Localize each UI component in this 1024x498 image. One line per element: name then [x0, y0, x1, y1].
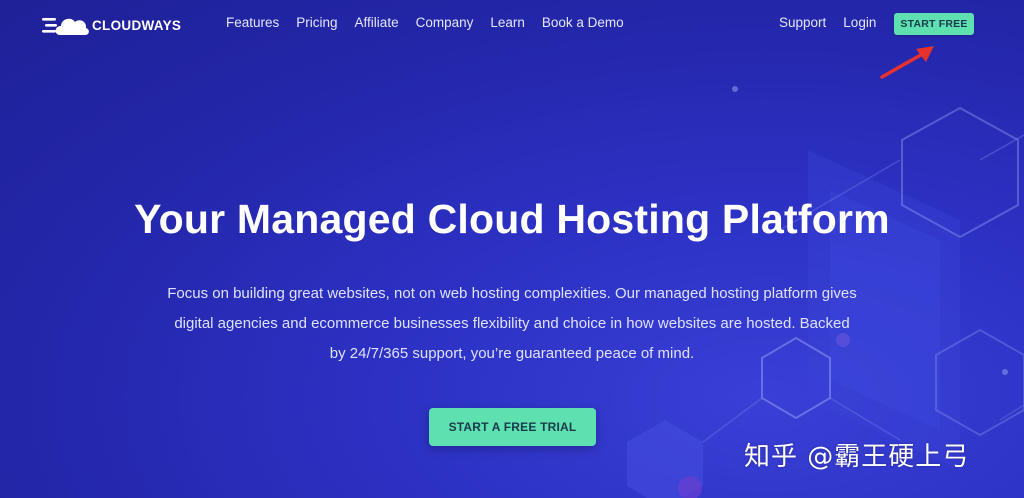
top-navigation: CLOUDWAYS Features Pricing Affiliate Com…	[0, 0, 1024, 50]
nav-link-company[interactable]: Company	[416, 15, 474, 30]
start-free-trial-button[interactable]: START A FREE TRIAL	[429, 408, 596, 446]
brand-logo[interactable]: CLOUDWAYS	[42, 12, 181, 38]
main-nav: Features Pricing Affiliate Company Learn…	[226, 15, 641, 30]
hero-subtitle: Focus on building great websites, not on…	[112, 279, 912, 369]
nav-link-features[interactable]: Features	[226, 15, 279, 30]
nav-link-pricing[interactable]: Pricing	[296, 15, 337, 30]
nav-link-login[interactable]: Login	[843, 15, 876, 30]
cloud-icon	[42, 18, 89, 35]
watermark: 知乎 @霸王硬上弓	[744, 442, 970, 472]
nav-link-learn[interactable]: Learn	[490, 15, 525, 30]
brand-name: CLOUDWAYS	[92, 17, 182, 33]
nav-link-affiliate[interactable]: Affiliate	[355, 15, 399, 30]
hero-title: Your Managed Cloud Hosting Platform	[134, 196, 890, 242]
start-free-button[interactable]: START FREE	[894, 13, 974, 35]
red-arrow-icon	[880, 46, 934, 79]
hero-subtitle-line-2: digital agencies and ecommerce businesse…	[174, 315, 850, 332]
hero-subtitle-line-1: Focus on building great websites, not on…	[167, 285, 857, 302]
hero-subtitle-line-3: by 24/7/365 support, you’re guaranteed p…	[329, 345, 695, 362]
nav-link-support[interactable]: Support	[779, 15, 826, 30]
nav-link-book-demo[interactable]: Book a Demo	[542, 15, 624, 30]
secondary-nav: Support Login	[779, 15, 893, 30]
